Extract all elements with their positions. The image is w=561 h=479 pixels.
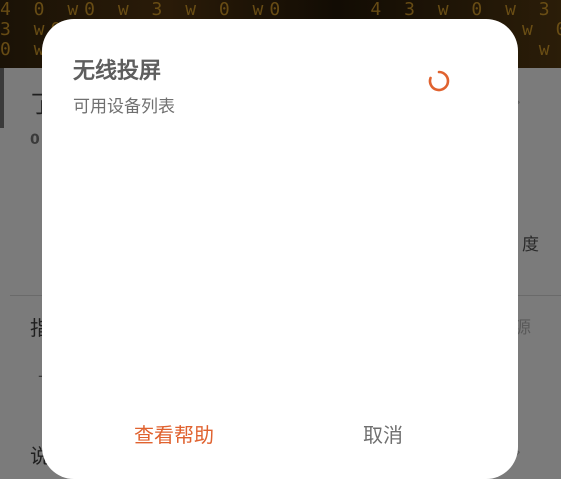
background-subtitle: 0 bbox=[30, 132, 40, 148]
dialog-subtitle: 可用设备列表 bbox=[73, 97, 175, 117]
cancel-button[interactable]: 取消 bbox=[363, 419, 403, 448]
device-list bbox=[62, 129, 498, 399]
dialog-title: 无线投屏 bbox=[73, 59, 162, 84]
background-strip bbox=[0, 68, 4, 128]
background-label-right: 度 bbox=[522, 235, 539, 255]
wireless-cast-dialog: 无线投屏 可用设备列表 查看帮助 取消 bbox=[42, 19, 518, 479]
loading-spinner-icon bbox=[428, 70, 450, 92]
view-help-button[interactable]: 查看帮助 bbox=[134, 419, 214, 448]
